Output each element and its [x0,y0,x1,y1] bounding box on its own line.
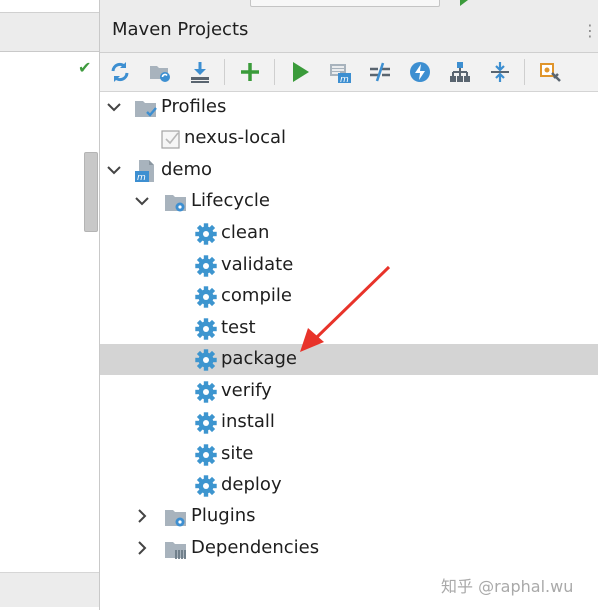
gear-icon [195,380,217,403]
editor-tab-bar [0,12,99,52]
tree-node-profile[interactable]: nexus-local [100,123,598,154]
chevron-right-icon[interactable] [134,508,150,524]
chevron-right-icon[interactable] [134,540,150,556]
lifecycle-goal-compile[interactable]: compile [100,281,598,312]
panel-title: Maven Projects [112,19,249,40]
panel-options-icon[interactable]: ⋮ [582,21,598,40]
tree-label: Dependencies [191,537,320,558]
tree-label: Plugins [191,505,256,526]
editor-status-area [0,572,99,607]
gear-icon [195,412,217,434]
add-icon[interactable] [236,58,264,86]
goal-label: validate [221,253,294,275]
chevron-down-icon[interactable] [106,162,122,178]
lifecycle-goal-validate[interactable]: validate [100,250,598,281]
run-icon[interactable] [286,58,314,86]
tree-label: Profiles [161,96,227,117]
lifecycle-goal-deploy[interactable]: deploy [100,470,598,501]
svg-text:m: m [137,173,146,183]
tree-label: Lifecycle [191,190,270,211]
editor-scrollbar[interactable] [84,152,98,232]
toggle-offline-icon[interactable] [366,58,394,86]
panel-header: Maven Projects ⋮ [100,10,598,53]
tree-node-project[interactable]: m demo [100,155,598,186]
tree-node-profiles[interactable]: Profiles [100,92,598,123]
editor-pane: ✔ [0,0,100,610]
reimport-icon[interactable] [106,58,134,86]
gear-icon [195,286,217,308]
goal-label: clean [221,222,270,243]
tree-node-dependencies[interactable]: Dependencies [100,533,598,564]
lifecycle-goal-clean[interactable]: clean [100,218,598,249]
goal-label: verify [221,379,272,401]
toolbar-separator [274,59,275,85]
goal-label: install [221,411,275,432]
download-icon[interactable] [186,58,214,86]
lifecycle-goal-site[interactable]: site [100,439,598,470]
gear-icon [195,317,217,340]
maven-toolbar: m [100,53,598,92]
show-dependencies-icon[interactable] [446,58,474,86]
watermark-text: 知乎 @raphal.wu [441,577,574,596]
gear-icon [195,223,217,245]
maven-projects-panel: Maven Projects ⋮ m Profiles nexus-local … [100,10,598,610]
lifecycle-goal-install[interactable]: install [100,407,598,438]
svg-text:m: m [340,75,349,84]
maven-project-icon: m [135,160,154,183]
goal-label: compile [221,285,292,306]
goal-label: deploy [221,474,282,495]
gear-icon [195,475,217,497]
plugins-folder-icon [165,510,186,527]
profiles-folder-icon [135,101,157,117]
run-icon[interactable] [460,0,468,6]
goal-label: site [221,442,254,464]
settings-icon[interactable] [536,58,564,86]
toolbar-separator [224,59,225,85]
generate-sources-icon[interactable] [146,58,174,86]
execute-goal-icon[interactable]: m [326,58,354,86]
tree-label: nexus-local [184,127,287,148]
tree-label: demo [161,159,213,180]
chevron-down-icon[interactable] [134,193,150,209]
collapse-all-icon[interactable] [486,58,514,86]
toolbar-separator [524,59,525,85]
skip-tests-icon[interactable] [406,58,434,86]
profile-checkbox[interactable] [160,127,184,151]
gear-icon [195,349,217,371]
tree-node-lifecycle[interactable]: Lifecycle [100,186,598,217]
lifecycle-goal-package[interactable]: package [100,344,598,375]
dependencies-folder-icon [165,542,186,559]
goal-label: package [221,348,297,369]
inspection-ok-icon: ✔ [78,58,92,77]
chevron-down-icon[interactable] [106,99,122,115]
lifecycle-folder-icon [165,195,186,212]
gear-icon [195,254,217,277]
run-config-selector[interactable] [250,0,440,7]
gear-icon [195,443,217,466]
goal-label: test [221,316,256,338]
lifecycle-goal-verify[interactable]: verify [100,376,598,407]
lifecycle-goal-test[interactable]: test [100,313,598,344]
tree-node-plugins[interactable]: Plugins [100,501,598,532]
